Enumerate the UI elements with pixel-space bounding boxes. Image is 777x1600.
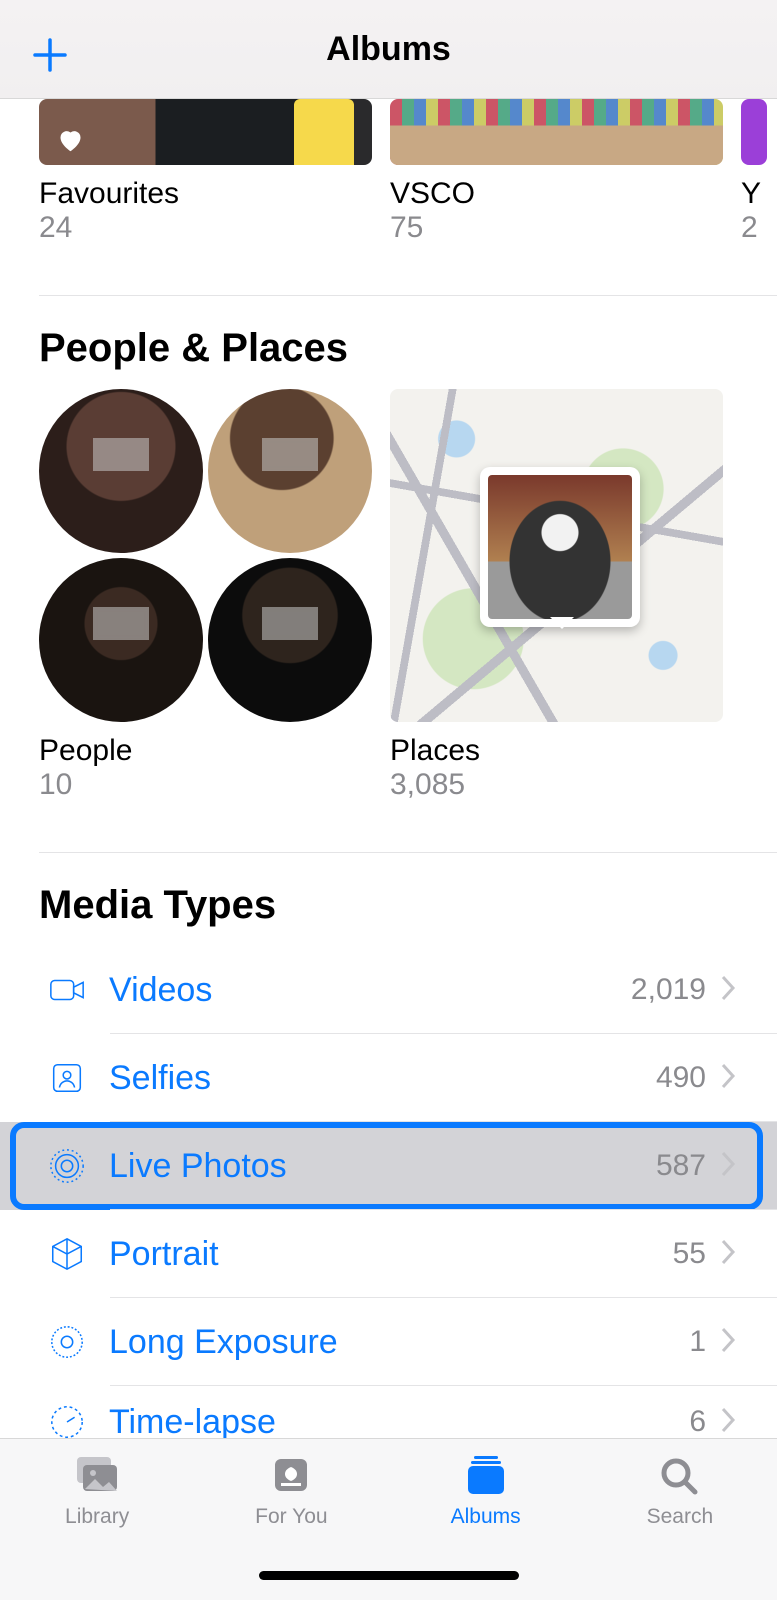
tab-label: Library: [65, 1505, 129, 1529]
media-count: 1: [689, 1325, 706, 1359]
chevron-right-icon: [720, 1150, 738, 1183]
map-pin: [480, 467, 640, 627]
media-row-time-lapse[interactable]: Time-lapse 6: [0, 1386, 777, 1438]
tab-for-you[interactable]: For You: [194, 1453, 388, 1529]
video-icon: [39, 971, 95, 1009]
tab-label: For You: [255, 1505, 327, 1529]
for-you-icon: [265, 1453, 317, 1497]
places-count: 3,085: [390, 768, 723, 802]
chevron-right-icon: [720, 1406, 738, 1439]
album-title: Favourites: [39, 177, 372, 211]
album-title: Y: [741, 177, 767, 211]
chevron-right-icon: [720, 974, 738, 1007]
media-row-live-photos[interactable]: Live Photos 587: [0, 1122, 777, 1210]
media-label: Live Photos: [109, 1147, 287, 1186]
album-card-peek[interactable]: Y 2: [741, 99, 767, 245]
cube-icon: [39, 1235, 95, 1273]
media-label: Videos: [109, 971, 212, 1010]
media-label: Long Exposure: [109, 1323, 338, 1362]
person-avatar: [208, 558, 372, 722]
album-count: 75: [390, 211, 723, 245]
people-places-row: People 10 Places 3,085: [0, 389, 777, 802]
search-icon: [654, 1453, 706, 1497]
media-label: Selfies: [109, 1059, 211, 1098]
album-count: 2: [741, 211, 767, 245]
people-grid: [39, 389, 372, 722]
person-avatar: [39, 389, 203, 553]
tab-albums[interactable]: Albums: [389, 1453, 583, 1529]
media-count: 55: [673, 1237, 706, 1271]
page-title: Albums: [0, 30, 777, 69]
media-row-selfies[interactable]: Selfies 490: [0, 1034, 777, 1122]
media-count: 6: [689, 1405, 706, 1438]
map-pin-image: [488, 475, 632, 619]
media-row-portrait[interactable]: Portrait 55: [0, 1210, 777, 1298]
media-count: 490: [656, 1061, 706, 1095]
live-photo-icon: [39, 1147, 95, 1185]
people-count: 10: [39, 768, 372, 802]
album-count: 24: [39, 211, 372, 245]
places-thumb: [390, 389, 723, 722]
long-exposure-icon: [39, 1323, 95, 1361]
media-count: 587: [656, 1149, 706, 1183]
content-scroll[interactable]: Favourites 24 VSCO 75 Y 2 People & Place…: [0, 99, 777, 1438]
chevron-right-icon: [720, 1062, 738, 1095]
chevron-right-icon: [720, 1326, 738, 1359]
person-avatar: [39, 558, 203, 722]
places-card[interactable]: Places 3,085: [390, 389, 723, 802]
tab-search[interactable]: Search: [583, 1453, 777, 1529]
section-people-places: People & Places: [0, 296, 777, 389]
selfie-icon: [39, 1059, 95, 1097]
timelapse-icon: [39, 1403, 95, 1438]
tab-label: Search: [647, 1505, 714, 1529]
people-title: People: [39, 734, 372, 768]
media-row-long-exposure[interactable]: Long Exposure 1: [0, 1298, 777, 1386]
section-media-types: Media Types: [0, 853, 777, 946]
tab-bar: Library For You Albums Search: [0, 1438, 777, 1600]
header-bar: Albums: [0, 0, 777, 99]
library-icon: [71, 1453, 123, 1497]
album-thumb-vsco: [390, 99, 723, 165]
album-card-favourites[interactable]: Favourites 24: [39, 99, 372, 245]
album-thumb-peek: [741, 99, 767, 165]
person-avatar: [208, 389, 372, 553]
my-albums-row: Favourites 24 VSCO 75 Y 2: [0, 99, 777, 245]
media-count: 2,019: [631, 973, 706, 1007]
media-label: Portrait: [109, 1235, 219, 1274]
album-thumb-favourites: [39, 99, 372, 165]
albums-icon: [460, 1453, 512, 1497]
album-card-vsco[interactable]: VSCO 75: [390, 99, 723, 245]
home-indicator[interactable]: [259, 1571, 519, 1580]
places-title: Places: [390, 734, 723, 768]
album-title: VSCO: [390, 177, 723, 211]
media-types-list: Videos 2,019 Selfies 490 Live Photos 587: [0, 946, 777, 1438]
chevron-right-icon: [720, 1238, 738, 1271]
heart-icon: [54, 125, 87, 155]
tab-label: Albums: [451, 1505, 521, 1529]
media-row-videos[interactable]: Videos 2,019: [0, 946, 777, 1034]
media-label: Time-lapse: [109, 1403, 276, 1439]
people-card[interactable]: People 10: [39, 389, 372, 802]
tab-library[interactable]: Library: [0, 1453, 194, 1529]
